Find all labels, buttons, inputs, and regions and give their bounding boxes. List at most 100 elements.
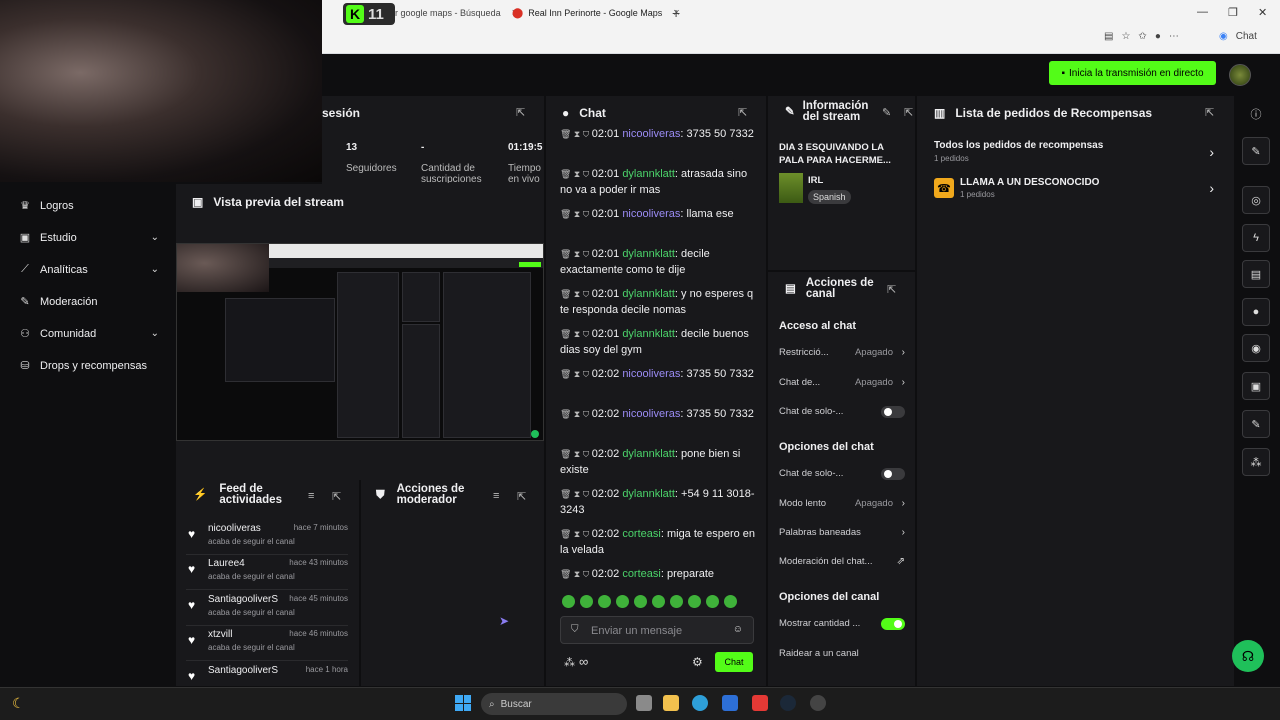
popout-icon[interactable]: ⇱	[1205, 106, 1214, 119]
msg-user[interactable]: dylannklatt	[622, 448, 675, 460]
emote-icon[interactable]	[634, 595, 647, 608]
setting-row[interactable]: Palabras baneadas ›	[779, 527, 907, 538]
emoji-icon[interactable]: ☺	[733, 624, 743, 635]
copilot-chat-button[interactable]: ◉ Chat	[1219, 31, 1257, 42]
emote-icon[interactable]	[580, 595, 593, 608]
emote-icon[interactable]	[652, 595, 665, 608]
document-icon[interactable]: ▤	[1242, 260, 1270, 288]
setting-row[interactable]: Restricció... Apagado ›	[779, 347, 907, 358]
task-view-icon[interactable]	[636, 695, 652, 711]
window-close-button[interactable]: ✕	[1258, 6, 1267, 19]
toggle-switch[interactable]	[881, 405, 905, 418]
sidebar-item-comunidad[interactable]: ⚇ Comunidad ⌄	[18, 327, 163, 341]
msg-user[interactable]: nicooliveras	[622, 128, 680, 140]
browser-tab-maps[interactable]: ⬤ Real Inn Perinorte - Google Maps ×	[512, 3, 680, 23]
reader-icon[interactable]: ▤	[1104, 31, 1113, 42]
emote-icon[interactable]	[724, 595, 737, 608]
all-rewards-row[interactable]: Todos los pedidos de recompensas 1 pedid…	[934, 140, 1224, 166]
msg-user[interactable]: dylannklatt	[622, 488, 675, 500]
feed-username[interactable]: xtzvill	[208, 629, 232, 640]
info-icon[interactable]: ⓘ	[1242, 100, 1270, 128]
feed-username[interactable]: nicooliveras	[208, 523, 261, 534]
favorites-icon[interactable]: ✩	[1138, 31, 1146, 42]
popout-icon[interactable]: ⇱	[517, 490, 526, 503]
sidebar-item-analiticas[interactable]: ⟋ Analíticas ⌄	[18, 263, 163, 276]
msg-user[interactable]: corteasi	[622, 528, 661, 540]
file-explorer-icon[interactable]	[663, 695, 679, 711]
popout-icon[interactable]: ⇱	[516, 106, 525, 119]
sidebar-item-drops[interactable]: ⛁ Drops y recompensas	[18, 359, 163, 373]
filter-icon[interactable]: ≡	[308, 490, 314, 502]
star-icon[interactable]: ☆	[1121, 31, 1130, 42]
msg-user[interactable]: dylannklatt	[622, 248, 675, 260]
edit-icon[interactable]: ✎	[1242, 137, 1270, 165]
go-live-button[interactable]: ▪ Inicia la transmisión en directo	[1049, 61, 1216, 85]
emote-icon[interactable]	[598, 595, 611, 608]
toggle-switch[interactable]	[881, 467, 905, 480]
feed-username[interactable]: SantiagooliverS	[208, 665, 278, 676]
help-button[interactable]: ☊	[1232, 640, 1264, 672]
setting-row[interactable]: Mostrar cantidad ...	[779, 617, 907, 630]
avatar[interactable]	[1229, 64, 1251, 86]
emote-icon[interactable]	[562, 595, 575, 608]
feed-username[interactable]: SantiagooliverS	[208, 594, 278, 605]
edit-icon[interactable]: ✎	[882, 106, 891, 119]
msg-user[interactable]: dylannklatt	[622, 168, 675, 180]
toggle-switch[interactable]	[881, 617, 905, 630]
popout-icon[interactable]: ⇱	[904, 106, 913, 119]
gear-icon[interactable]: ⚙	[692, 655, 703, 669]
emote-icon[interactable]	[688, 595, 701, 608]
emote-icon[interactable]	[670, 595, 683, 608]
bolt-icon[interactable]: ϟ	[1242, 224, 1270, 252]
steam-icon[interactable]	[780, 695, 796, 711]
setting-row[interactable]: Chat de solo-...	[779, 467, 907, 480]
popout-icon[interactable]: ⇱	[887, 283, 896, 296]
msg-user[interactable]: dylannklatt	[622, 328, 675, 340]
msg-user[interactable]: dylannklatt	[622, 288, 675, 300]
weather-icon[interactable]: ☾	[12, 695, 25, 712]
feed-username[interactable]: Lauree4	[208, 558, 245, 569]
browser-tab-search[interactable]: rnar google maps - Búsqueda ×	[382, 3, 518, 23]
taskbar-search[interactable]: ⌕ Buscar	[481, 693, 627, 715]
sidebar-item-estudio[interactable]: ▣ Estudio ⌄	[18, 231, 163, 245]
setting-row[interactable]: Chat de solo-...	[779, 405, 907, 418]
emote-icon[interactable]	[616, 595, 629, 608]
setting-row[interactable]: Raidear a un canal	[779, 648, 907, 659]
msg-user[interactable]: nicooliveras	[622, 368, 680, 380]
popout-icon[interactable]: ⇱	[738, 106, 747, 119]
more-icon[interactable]: ⋯	[1169, 31, 1179, 42]
app-icon[interactable]	[810, 695, 826, 711]
wrench-icon[interactable]: ✎	[1242, 410, 1270, 438]
sidebar-item-logros[interactable]: ♛ Logros	[18, 199, 163, 213]
msg-user[interactable]: nicooliveras	[622, 208, 680, 220]
chat-bubble-icon[interactable]: ●	[1242, 298, 1270, 326]
maximize-button[interactable]: ❐	[1228, 6, 1238, 19]
reward-item[interactable]: ☎ LLAMA A UN DESCONOCIDO 1 pedidos ›	[934, 176, 1224, 202]
setting-row[interactable]: Moderación del chat... ⇗	[779, 556, 907, 567]
popout-icon[interactable]: ⇱	[332, 490, 341, 503]
infinity-icon[interactable]: ∞	[579, 654, 588, 669]
msg-user[interactable]: corteasi	[622, 568, 661, 580]
setting-row[interactable]: Chat de... Apagado ›	[779, 377, 907, 388]
setting-row[interactable]: Modo lento Apagado ›	[779, 498, 907, 509]
edge-icon[interactable]	[692, 695, 708, 711]
new-tab-button[interactable]: +	[672, 3, 680, 23]
emote-icon[interactable]	[706, 595, 719, 608]
apps-icon[interactable]: ⁂	[564, 656, 575, 669]
sidebar-item-moderacion[interactable]: ✎ Moderación	[18, 295, 163, 309]
stream-preview-video[interactable]	[176, 243, 544, 441]
layout-icon[interactable]: ▣	[1242, 372, 1270, 400]
windows-start-icon[interactable]	[455, 695, 471, 711]
send-chat-button[interactable]: Chat	[715, 652, 753, 672]
msg-user[interactable]: nicooliveras	[622, 408, 680, 420]
profile-icon[interactable]: ●	[1155, 31, 1161, 42]
youtube-icon[interactable]	[752, 695, 768, 711]
camera-icon[interactable]: ◎	[1242, 186, 1270, 214]
chat-input[interactable]: ⛉ Enviar un mensaje ☺	[560, 616, 754, 644]
setting-label: Palabras baneadas	[779, 527, 861, 538]
apps-icon[interactable]: ⁂	[1242, 448, 1270, 476]
store-icon[interactable]	[722, 695, 738, 711]
minimize-button[interactable]: —	[1197, 6, 1208, 18]
filter-icon[interactable]: ≡	[493, 490, 499, 502]
broadcast-icon[interactable]: ◉	[1242, 334, 1270, 362]
